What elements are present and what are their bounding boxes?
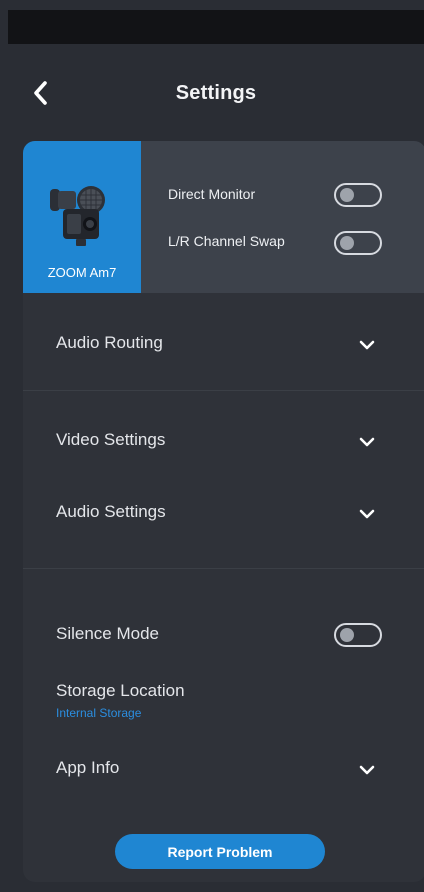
- silence-mode-toggle[interactable]: [334, 623, 382, 647]
- chevron-down-icon: [356, 503, 378, 525]
- page-title: Settings: [175, 82, 257, 104]
- storage-location-value: Internal Storage: [56, 706, 142, 720]
- chevron-down-icon: [356, 431, 378, 453]
- settings-screen: Settings ZOOM Am7 Direct Monitor L/R Cha…: [8, 44, 424, 892]
- settings-card: ZOOM Am7 Direct Monitor L/R Channel Swap…: [23, 141, 424, 882]
- storage-location-row[interactable]: Storage Location Internal Storage: [23, 659, 424, 720]
- device-panel: ZOOM Am7 Direct Monitor L/R Channel Swap: [23, 141, 424, 293]
- video-settings-row[interactable]: Video Settings: [23, 410, 424, 470]
- toggle-knob: [340, 628, 354, 642]
- status-bar: [8, 10, 424, 44]
- audio-routing-row[interactable]: Audio Routing: [23, 313, 424, 373]
- audio-settings-row[interactable]: Audio Settings: [23, 482, 424, 542]
- chevron-down-icon: [356, 334, 378, 356]
- device-name: ZOOM Am7: [47, 265, 117, 280]
- header: Settings: [8, 44, 424, 142]
- storage-location-label: Storage Location: [56, 681, 185, 700]
- channel-swap-toggle[interactable]: [334, 231, 382, 255]
- video-settings-label: Video Settings: [56, 430, 166, 449]
- silence-mode-row: Silence Mode: [23, 604, 424, 664]
- audio-settings-label: Audio Settings: [56, 502, 166, 521]
- direct-monitor-toggle[interactable]: [334, 183, 382, 207]
- report-problem-button[interactable]: Report Problem: [115, 834, 325, 869]
- microphone-device-icon: [50, 186, 105, 246]
- channel-swap-label: L/R Channel Swap: [168, 233, 285, 249]
- app-info-label: App Info: [56, 758, 120, 777]
- direct-monitor-label: Direct Monitor: [168, 186, 256, 202]
- toggle-knob: [340, 236, 354, 250]
- chevron-down-icon: [356, 759, 378, 781]
- device-tile[interactable]: ZOOM Am7: [23, 141, 141, 293]
- app-info-row[interactable]: App Info: [23, 738, 424, 798]
- audio-routing-label: Audio Routing: [56, 333, 163, 352]
- silence-mode-label: Silence Mode: [56, 624, 160, 643]
- divider: [23, 568, 424, 569]
- toggle-knob: [340, 188, 354, 202]
- divider: [23, 390, 424, 391]
